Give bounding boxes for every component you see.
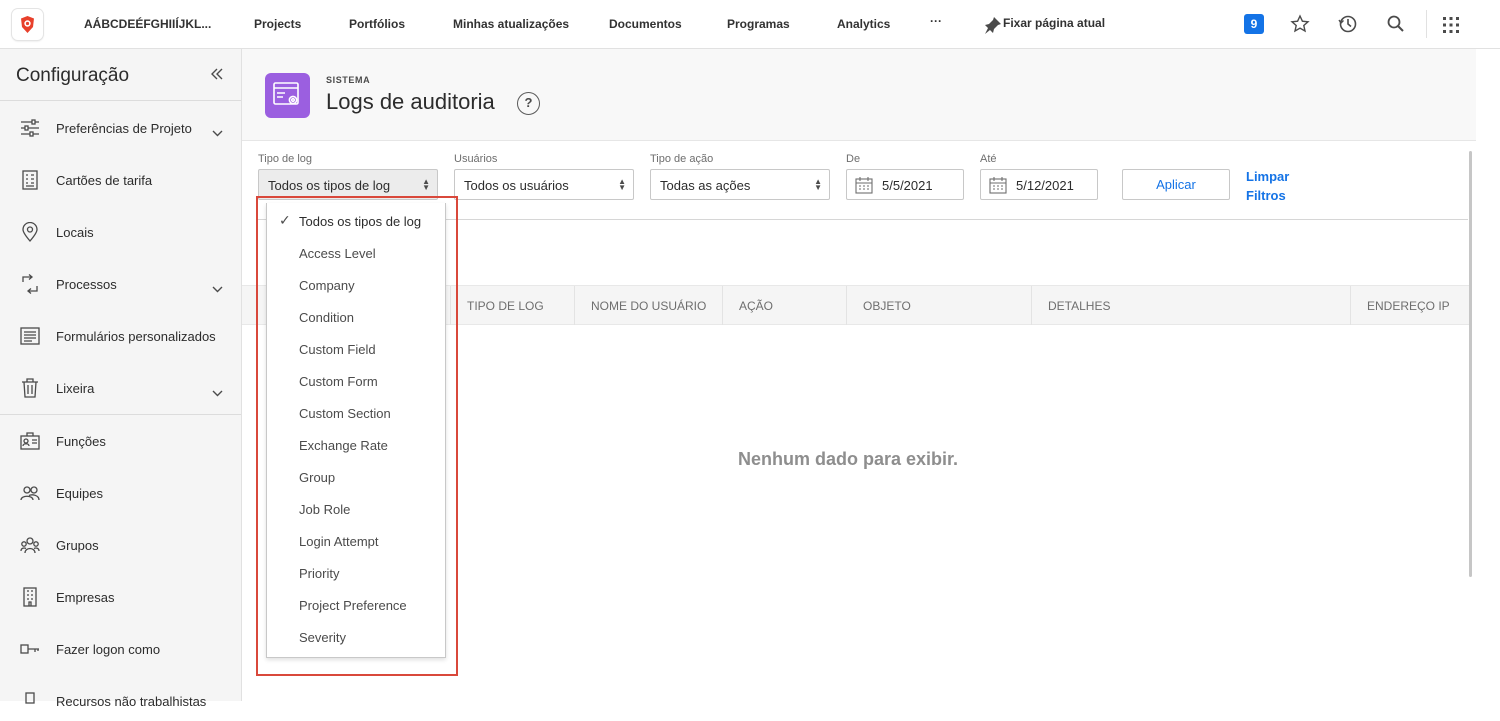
from-date-label: De <box>846 153 861 165</box>
apply-button[interactable]: Aplicar <box>1122 169 1230 200</box>
nav-projects[interactable]: Projects <box>254 17 301 31</box>
column-header-user-name[interactable]: NOME DO USUÁRIO <box>574 286 722 325</box>
search-icon[interactable] <box>1386 14 1406 39</box>
to-date-input[interactable]: 5/12/2021 <box>980 169 1098 200</box>
sliders-icon <box>20 118 40 143</box>
sidebar-item-login-as[interactable]: Fazer logon como <box>0 629 241 669</box>
more-nav-button[interactable]: ··· <box>930 14 942 28</box>
users-label: Usuários <box>454 153 498 165</box>
sidebar-item-job-roles[interactable]: Funções <box>0 421 241 461</box>
sidebar-item-locations[interactable]: Locais <box>0 212 241 252</box>
resource-icon <box>20 691 40 716</box>
page-header: SISTEMA Logs de auditoria ? <box>242 49 1476 141</box>
building-icon <box>20 587 40 612</box>
sidebar-item-companies[interactable]: Empresas <box>0 577 241 617</box>
sidebar-title: Configuração <box>16 65 130 86</box>
trash-icon <box>20 378 40 403</box>
users-select[interactable]: Todos os usuários ▲ ▼ <box>454 169 634 200</box>
teams-icon <box>20 483 40 508</box>
custom-form-icon <box>20 326 40 351</box>
nav-programs[interactable]: Programas <box>727 17 790 31</box>
groups-icon <box>20 535 40 560</box>
key-icon <box>20 639 40 664</box>
column-header-details[interactable]: DETALHES <box>1031 286 1350 325</box>
star-icon[interactable] <box>1290 14 1310 39</box>
calendar-icon <box>855 177 873 194</box>
pin-page-label[interactable]: Fixar página atual <box>1003 16 1105 30</box>
from-date-input[interactable]: 5/5/2021 <box>846 169 964 200</box>
select-caret-icon: ▲ ▼ <box>618 177 626 192</box>
to-date-label: Até <box>980 153 997 165</box>
sidebar-item-trash[interactable]: Lixeira <box>0 368 241 408</box>
select-caret-icon: ▲ ▼ <box>814 177 822 192</box>
column-header-ip-address[interactable]: ENDEREÇO IP <box>1350 286 1471 325</box>
calendar-icon <box>989 177 1007 194</box>
job-role-icon <box>20 431 40 456</box>
empty-state-message: Nenhum dado para exibir. <box>738 449 959 469</box>
help-icon[interactable]: ? <box>517 92 540 115</box>
page-eyebrow: SISTEMA <box>326 75 371 85</box>
pin-icon[interactable] <box>983 15 1003 40</box>
vertical-scrollbar[interactable] <box>1469 151 1472 577</box>
rate-card-icon <box>20 170 40 195</box>
sidebar-item-non-labor-resources[interactable]: Recursos não trabalhistas <box>0 681 241 721</box>
nav-documents[interactable]: Documentos <box>609 17 682 31</box>
double-chevron-left-icon[interactable] <box>210 67 224 86</box>
action-type-label: Tipo de ação <box>650 153 714 165</box>
toolbar-divider <box>1426 10 1427 38</box>
select-caret-icon: ▲ ▼ <box>422 177 430 192</box>
log-type-label: Tipo de log <box>258 153 313 165</box>
location-pin-icon <box>20 221 40 247</box>
chevron-down-icon[interactable] <box>212 124 223 142</box>
sidebar-item-rate-cards[interactable]: Cartões de tarifa <box>0 160 241 200</box>
highlight-annotation-box <box>256 196 458 676</box>
column-header-object[interactable]: OBJETO <box>846 286 1031 325</box>
app-logo-icon[interactable] <box>12 9 43 40</box>
top-navigation-bar: AÁBCDEÉFGHIIÍJKL... Projects Portfólios … <box>0 0 1500 49</box>
sidebar-divider <box>0 414 241 415</box>
sidebar-item-project-preferences[interactable]: Preferências de Projeto <box>0 108 241 148</box>
sidebar-item-groups[interactable]: Grupos <box>0 525 241 565</box>
chevron-down-icon[interactable] <box>212 280 223 298</box>
chevron-down-icon[interactable] <box>212 384 223 402</box>
sidebar-item-custom-forms[interactable]: Formulários personalizados <box>0 316 241 356</box>
history-icon[interactable] <box>1338 14 1358 39</box>
sidebar-item-processes[interactable]: Processos <box>0 264 241 304</box>
org-name[interactable]: AÁBCDEÉFGHIIÍJKL... <box>84 17 211 31</box>
sidebar-item-teams[interactable]: Equipes <box>0 473 241 513</box>
notification-badge[interactable]: 9 <box>1244 14 1264 34</box>
app-grid-icon[interactable] <box>1442 16 1460 39</box>
setup-sidebar: Configuração Preferências de Projeto Car… <box>0 49 242 709</box>
clear-filters-link[interactable]: Limpar Filtros <box>1246 167 1306 205</box>
sidebar-divider <box>0 100 241 101</box>
nav-my-updates[interactable]: Minhas atualizações <box>453 17 569 31</box>
action-type-select[interactable]: Todas as ações ▲ ▼ <box>650 169 830 200</box>
system-settings-icon <box>265 73 310 118</box>
nav-portfolios[interactable]: Portfólios <box>349 17 405 31</box>
nav-analytics[interactable]: Analytics <box>837 17 890 31</box>
column-header-action[interactable]: AÇÃO <box>722 286 846 325</box>
page-title: Logs de auditoria <box>326 89 495 114</box>
column-header-log-type[interactable]: TIPO DE LOG <box>450 286 574 325</box>
process-cycle-icon <box>20 274 40 299</box>
